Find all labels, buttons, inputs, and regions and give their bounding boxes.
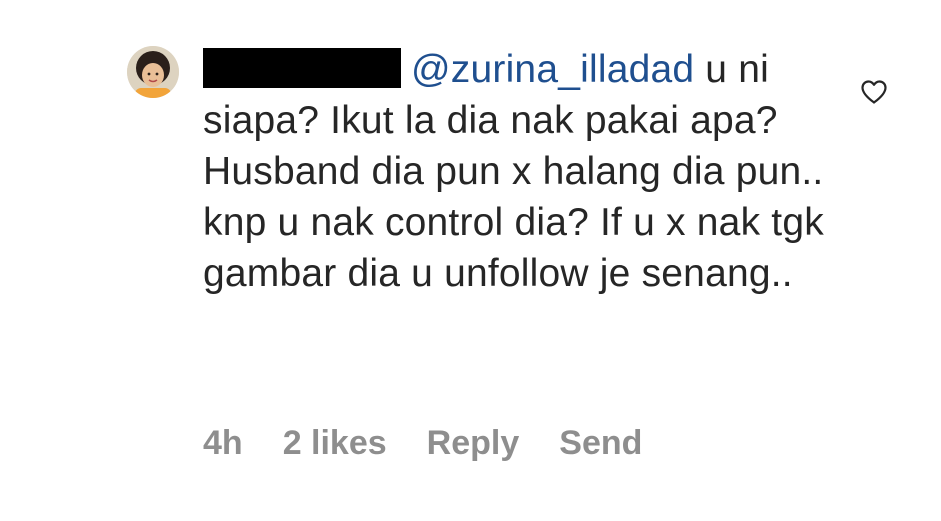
likes-count[interactable]: 2 likes [283,424,387,462]
comment-text: @zurina_illadad u ni siapa? Ikut la dia … [203,44,843,299]
timestamp: 4h [203,424,243,462]
username-redaction [203,48,401,88]
mention-link[interactable]: @zurina_illadad [411,48,694,91]
avatar[interactable] [127,46,179,98]
avatar-photo [127,46,179,98]
reply-button[interactable]: Reply [427,424,520,462]
heart-icon[interactable] [860,79,888,105]
send-button[interactable]: Send [559,424,642,462]
comment-meta: 4h 2 likes Reply Send [203,424,682,463]
comment: @zurina_illadad u ni siapa? Ikut la dia … [0,0,941,521]
